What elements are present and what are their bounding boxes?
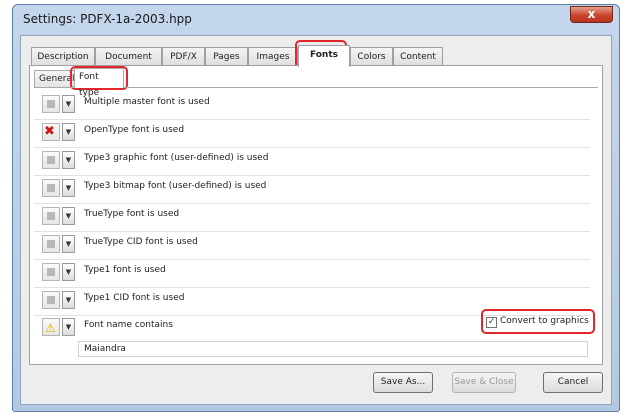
fonts-panel: General Font type ▼ Multiple master font… [29, 65, 603, 365]
severity-dropdown[interactable]: ▼ [62, 263, 75, 281]
chevron-down-icon: ▼ [65, 323, 72, 331]
severity-button[interactable] [42, 179, 60, 197]
rule-label: Type3 bitmap font (user-defined) is used [84, 181, 267, 191]
error-x-icon: ✖ [44, 124, 55, 139]
severity-button[interactable] [42, 291, 60, 309]
rule-label: Multiple master font is used [84, 97, 210, 107]
severity-dropdown[interactable]: ▼ [62, 179, 75, 197]
neutral-icon [47, 296, 55, 304]
close-icon: x [587, 7, 596, 21]
cancel-button[interactable]: Cancel [543, 372, 603, 393]
rule-label: TrueType CID font is used [84, 237, 198, 247]
rule-label: TrueType font is used [84, 209, 180, 219]
tab-pdfx[interactable]: PDF/X [162, 47, 205, 66]
window-title: Settings: PDFX-1a-2003.hpp [23, 12, 192, 26]
dialog-body: Description Document PDF/X Pages Images … [20, 35, 612, 405]
row-divider [34, 259, 590, 260]
severity-button[interactable]: ✖ [42, 123, 60, 141]
neutral-icon [47, 156, 55, 164]
severity-button[interactable] [42, 207, 60, 225]
row-divider [34, 203, 590, 204]
save-close-button[interactable]: Save & Close [452, 372, 516, 393]
chevron-down-icon: ▼ [65, 296, 72, 304]
neutral-icon [47, 240, 55, 248]
neutral-icon [47, 184, 55, 192]
severity-dropdown[interactable]: ▼ [62, 291, 75, 309]
severity-dropdown[interactable]: ▼ [62, 123, 75, 141]
neutral-icon [47, 100, 55, 108]
rule-label: Type1 CID font is used [84, 293, 185, 303]
convert-highlight [481, 309, 595, 334]
warning-icon: ⚠ [45, 321, 56, 335]
tab-description[interactable]: Description [31, 47, 95, 66]
chevron-down-icon: ▼ [65, 212, 72, 220]
chevron-down-icon: ▼ [65, 156, 72, 164]
rule-label: Font name contains [84, 320, 173, 330]
severity-dropdown[interactable]: ▼ [62, 318, 75, 336]
rule-label: Type3 graphic font (user-defined) is use… [84, 153, 269, 163]
rule-label: Type1 font is used [84, 265, 166, 275]
close-button[interactable]: x [570, 6, 613, 23]
row-divider [34, 175, 590, 176]
severity-dropdown[interactable]: ▼ [62, 235, 75, 253]
severity-button[interactable] [42, 151, 60, 169]
chevron-down-icon: ▼ [65, 240, 72, 248]
neutral-icon [47, 212, 55, 220]
row-divider [34, 119, 590, 120]
subtab-font-type[interactable]: Font type [74, 68, 124, 98]
tab-pages[interactable]: Pages [205, 47, 248, 66]
tab-fonts[interactable]: Fonts [298, 45, 350, 67]
save-as-button[interactable]: Save As... [373, 372, 433, 393]
neutral-icon [47, 268, 55, 276]
rule-label: OpenType font is used [84, 125, 185, 135]
tab-document[interactable]: Document [95, 47, 162, 66]
severity-dropdown[interactable]: ▼ [62, 95, 75, 113]
severity-button[interactable] [42, 263, 60, 281]
row-divider [34, 147, 590, 148]
severity-dropdown[interactable]: ▼ [62, 207, 75, 225]
severity-button[interactable] [42, 95, 60, 113]
chevron-down-icon: ▼ [65, 100, 72, 108]
tab-colors[interactable]: Colors [350, 47, 393, 66]
settings-dialog: Settings: PDFX-1a-2003.hpp x Description… [12, 4, 620, 412]
tab-content[interactable]: Content [393, 47, 443, 66]
chevron-down-icon: ▼ [65, 128, 72, 136]
severity-button[interactable]: ⚠ [42, 318, 60, 336]
row-divider [34, 287, 590, 288]
chevron-down-icon: ▼ [65, 184, 72, 192]
tab-images[interactable]: Images [248, 47, 298, 66]
font-name-input[interactable]: Maiandra [78, 341, 588, 357]
row-divider [34, 231, 590, 232]
chevron-down-icon: ▼ [65, 268, 72, 276]
severity-dropdown[interactable]: ▼ [62, 151, 75, 169]
font-type-list: ▼ Multiple master font is used ✖ ▼ OpenT… [34, 87, 598, 362]
severity-button[interactable] [42, 235, 60, 253]
title-bar: Settings: PDFX-1a-2003.hpp x [13, 5, 619, 35]
